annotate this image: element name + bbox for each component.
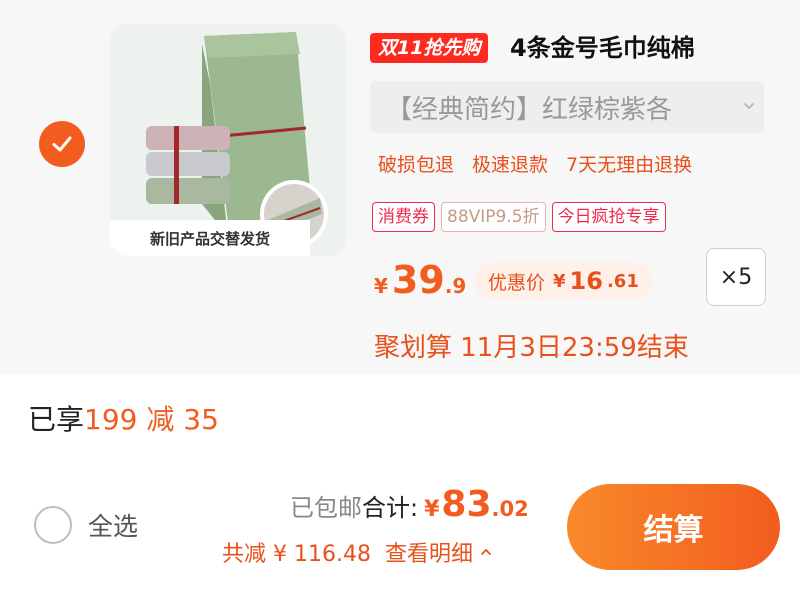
tag-88vip: 88VIP9.5折 [441,202,546,232]
total-integer: 83 [441,484,492,525]
discount-decimal: .61 [606,270,639,292]
discount-label: 优惠价 [488,271,546,294]
check-icon [52,136,72,152]
discount-integer: 16 [569,267,603,295]
checkout-button[interactable]: 结算 [567,484,780,570]
service-fast-refund: 极速退款 [472,154,549,176]
promotion-summary: 已享199 减 35 [28,398,219,438]
product-image[interactable]: 新旧产品交替发货 [110,24,346,256]
event-countdown: 聚划算 11月3日23:59结束 [374,333,689,363]
price-decimal: .9 [444,274,467,298]
sku-selector[interactable]: 【经典简约】红绿棕紫各 [370,81,764,133]
service-7day-return: 7天无理由退换 [566,154,693,176]
select-all-control[interactable]: 全选 [34,506,138,544]
free-shipping-label: 已包邮 [290,494,362,522]
promo-tags: 消费券 88VIP9.5折 今日疯抢专享 [372,202,666,232]
discount-price-pill: 优惠价 ¥ 16 .61 [474,262,653,300]
sku-text: 【经典简约】红绿棕紫各 [386,94,673,125]
tag-voucher: 消费券 [372,202,435,232]
image-caption: 新旧产品交替发货 [110,220,310,256]
enjoyed-value: 199 减 35 [84,403,219,436]
total-currency: ¥ [424,497,440,522]
view-details-link[interactable]: 查看明细 [385,536,473,568]
total-label: 合计: [362,494,419,522]
total-decimal: .02 [491,497,529,521]
savings-line: 共减 ¥ 116.48 查看明细 [222,536,493,568]
price-integer: 39 [391,258,445,302]
enjoyed-label: 已享 [28,403,85,436]
chevron-down-icon [744,103,754,110]
service-guarantees: 破损包退 极速退款 7天无理由退换 [378,150,692,177]
caret-up-icon[interactable] [479,545,493,559]
item-select-checkbox[interactable] [39,121,85,167]
promo-badge: 双11抢先购 [370,33,489,63]
product-title[interactable]: 4条金号毛巾纯棉 [510,31,695,65]
quantity-button[interactable]: ×5 [706,248,766,306]
select-all-label: 全选 [88,512,139,541]
price-currency: ¥ [374,274,388,298]
total-line: 已包邮 合计: ¥ 83 .02 [290,484,529,530]
cart-item-card: 新旧产品交替发货 双11抢先购 4条金号毛巾纯棉 【经典简约】红绿棕紫各 破损包… [0,0,800,374]
item-price: ¥ 39 .9 [374,258,466,304]
select-all-radio[interactable] [34,506,72,544]
service-damage-return: 破损包退 [378,154,455,176]
tag-daily-deal: 今日疯抢专享 [551,202,666,232]
discount-currency: ¥ [553,270,566,292]
savings-text: 共减 ¥ 116.48 [222,542,371,567]
